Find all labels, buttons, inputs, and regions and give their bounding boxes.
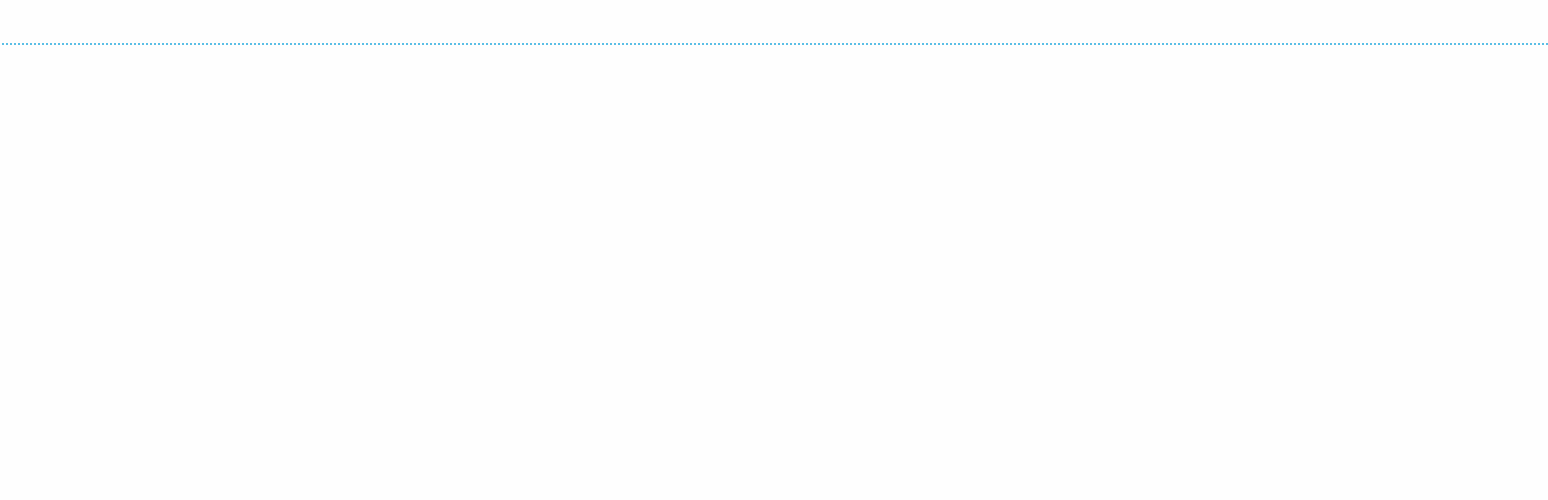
dotted-divider bbox=[2, 43, 1548, 45]
blank-page bbox=[0, 0, 1548, 500]
empty-content-area bbox=[0, 46, 1548, 500]
